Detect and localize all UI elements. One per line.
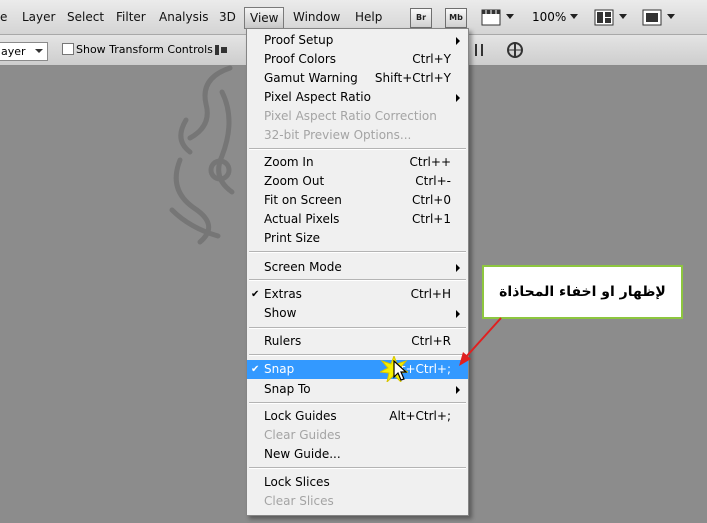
menu-separator <box>249 327 466 329</box>
menu-item-label: Extras <box>264 287 302 301</box>
menu-item-label: Screen Mode <box>264 260 342 274</box>
menu-item-new-guide[interactable]: New Guide... <box>247 445 468 464</box>
menu-item-zoom-out[interactable]: Zoom Out Ctrl+- <box>247 172 468 191</box>
auto-select-dropdown[interactable]: ayer <box>0 42 48 61</box>
menu-separator <box>249 354 466 356</box>
menu-item-pixel-aspect-ratio[interactable]: Pixel Aspect Ratio <box>247 88 468 107</box>
menu-item-label: Show <box>264 306 297 320</box>
distribute-icon[interactable] <box>473 43 487 60</box>
show-transform-controls-label: Show Transform Controls <box>76 43 213 56</box>
menu-3d[interactable]: 3D <box>219 10 236 24</box>
submenu-arrow-icon <box>456 94 460 102</box>
menu-item-proof-setup[interactable]: Proof Setup <box>247 31 468 50</box>
menu-item-label: Fit on Screen <box>264 193 342 207</box>
menu-item-shortcut: Ctrl++ <box>409 155 451 169</box>
submenu-arrow-icon <box>456 386 460 394</box>
red-arrow-icon <box>455 316 505 371</box>
annotation-callout: لإظهار او اخفاء المحاذاة <box>482 265 683 319</box>
menu-layer[interactable]: Layer <box>22 10 55 24</box>
menu-item-label: Pixel Aspect Ratio Correction <box>264 109 437 123</box>
menu-separator <box>249 148 466 150</box>
mouse-pointer-icon <box>393 359 408 385</box>
menu-window[interactable]: Window <box>293 10 340 24</box>
menu-item-label: Clear Guides <box>264 428 341 442</box>
view-menu-dropdown: Proof Setup Proof Colors Ctrl+Y Gamut Wa… <box>246 28 469 516</box>
menu-item-show[interactable]: Show <box>247 304 468 323</box>
menu-item-gamut-warning[interactable]: Gamut Warning Shift+Ctrl+Y <box>247 69 468 88</box>
mini-bridge-button[interactable]: Mb <box>445 8 467 28</box>
menu-item-rulers[interactable]: Rulers Ctrl+R <box>247 332 468 351</box>
menu-help[interactable]: Help <box>355 10 382 24</box>
show-transform-controls-checkbox[interactable] <box>62 43 74 55</box>
menu-item-shortcut: Shift+Ctrl+Y <box>374 71 451 85</box>
chevron-down-icon[interactable] <box>506 14 514 19</box>
menu-item-label: Print Size <box>264 231 321 245</box>
auto-select-value: ayer <box>1 45 26 58</box>
menu-item-actual-pixels[interactable]: Actual Pixels Ctrl+1 <box>247 210 468 229</box>
menu-item-label: Gamut Warning <box>264 71 358 85</box>
menu-item-label: Snap To <box>264 382 311 396</box>
menu-item-label: New Guide... <box>264 447 341 461</box>
menu-item-32bit-preview-options: 32-bit Preview Options... <box>247 126 468 145</box>
menu-item-lock-guides[interactable]: Lock Guides Alt+Ctrl+; <box>247 407 468 426</box>
chevron-down-icon[interactable] <box>570 14 578 19</box>
screen-mode-icon[interactable] <box>642 9 662 29</box>
menu-item-zoom-in[interactable]: Zoom In Ctrl++ <box>247 153 468 172</box>
submenu-arrow-icon <box>456 37 460 45</box>
menu-separator <box>249 279 466 281</box>
menu-item-label: Snap <box>264 362 295 376</box>
menu-item-label: 32-bit Preview Options... <box>264 128 412 142</box>
menu-item-label: Proof Setup <box>264 33 334 47</box>
checkmark-icon: ✔ <box>251 289 260 300</box>
menu-item-lock-slices[interactable]: Lock Slices <box>247 473 468 492</box>
menu-item-shortcut: Ctrl+H <box>410 287 451 301</box>
view-extras-icon[interactable] <box>481 9 501 29</box>
align-icon[interactable] <box>214 43 228 60</box>
menu-item-shortcut: Ctrl+R <box>411 334 451 348</box>
zoom-level[interactable]: 100% <box>532 10 566 24</box>
menu-filter[interactable]: Filter <box>116 10 146 24</box>
menu-item-clear-slices: Clear Slices <box>247 492 468 511</box>
menu-item-shortcut: Ctrl+0 <box>411 193 451 207</box>
menu-item-shortcut: Ctrl+- <box>415 174 451 188</box>
menu-separator <box>249 467 466 469</box>
menu-item-label: Pixel Aspect Ratio <box>264 90 371 104</box>
menu-item-label: Proof Colors <box>264 52 336 66</box>
calligraphy-watermark <box>160 60 250 253</box>
bridge-button[interactable]: Br <box>410 8 432 28</box>
auto-align-icon[interactable] <box>506 41 524 62</box>
menu-item-shortcut: Alt+Ctrl+; <box>389 409 451 423</box>
menu-item-fit-on-screen[interactable]: Fit on Screen Ctrl+0 <box>247 191 468 210</box>
submenu-arrow-icon <box>456 264 460 272</box>
menu-edit[interactable]: e <box>0 10 7 24</box>
checkmark-icon: ✔ <box>251 364 260 375</box>
menu-item-label: Zoom Out <box>264 174 325 188</box>
menu-item-snap-to[interactable]: Snap To <box>247 380 468 399</box>
menu-item-label: Clear Slices <box>264 494 334 508</box>
callout-text: لإظهار او اخفاء المحاذاة <box>499 284 666 300</box>
menu-view[interactable]: View <box>244 7 285 29</box>
menu-item-extras[interactable]: ✔ Extras Ctrl+H <box>247 285 468 304</box>
menu-item-pixel-aspect-ratio-correction: Pixel Aspect Ratio Correction <box>247 107 468 126</box>
menu-item-snap[interactable]: ✔ Snap ift+Ctrl+; <box>247 360 468 379</box>
arrange-documents-icon[interactable] <box>594 9 614 29</box>
chevron-down-icon[interactable] <box>667 14 675 19</box>
chevron-down-icon <box>35 49 43 53</box>
menu-item-clear-guides: Clear Guides <box>247 426 468 445</box>
menu-item-label: Zoom In <box>264 155 314 169</box>
menu-item-label: Actual Pixels <box>264 212 340 226</box>
menu-separator <box>249 251 466 253</box>
menu-item-label: Rulers <box>264 334 302 348</box>
menu-select[interactable]: Select <box>67 10 104 24</box>
menu-item-shortcut: Ctrl+Y <box>412 52 451 66</box>
chevron-down-icon[interactable] <box>619 14 627 19</box>
menu-analysis[interactable]: Analysis <box>159 10 208 24</box>
menu-item-proof-colors[interactable]: Proof Colors Ctrl+Y <box>247 50 468 69</box>
menu-item-screen-mode[interactable]: Screen Mode <box>247 258 468 277</box>
menu-item-label: Lock Guides <box>264 409 337 423</box>
menu-separator <box>249 402 466 404</box>
menu-item-shortcut: Ctrl+1 <box>411 212 451 226</box>
menu-item-label: Lock Slices <box>264 475 330 489</box>
menu-item-print-size[interactable]: Print Size <box>247 229 468 248</box>
